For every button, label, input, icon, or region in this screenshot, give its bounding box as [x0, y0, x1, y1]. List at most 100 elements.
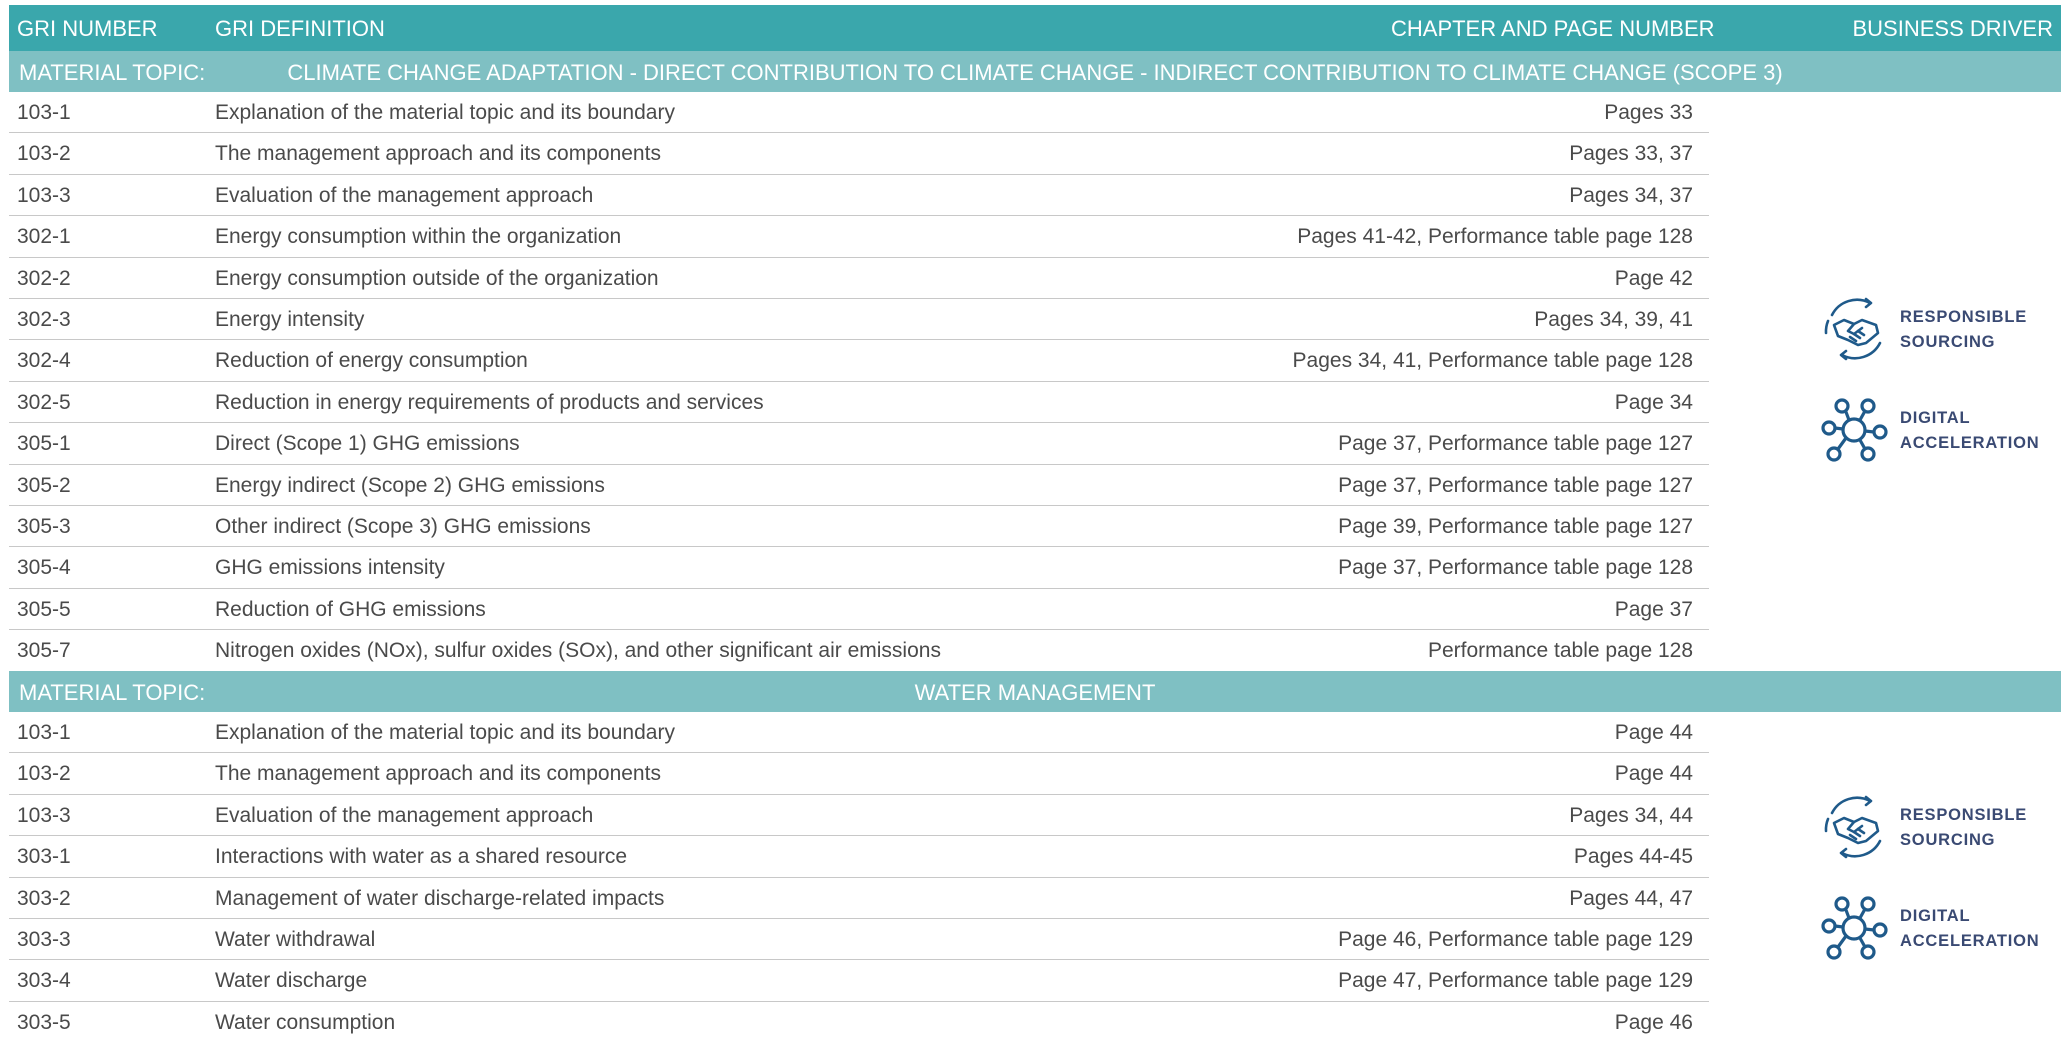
- page-reference: Pages 34, 41, Performance table page 128: [1292, 349, 1693, 373]
- gri-number: 303-1: [17, 845, 71, 869]
- page-reference: Page 37, Performance table page 128: [1338, 556, 1693, 580]
- page-reference: Pages 41-42, Performance table page 128: [1297, 225, 1693, 249]
- gri-definition: Evaluation of the management approach: [215, 803, 594, 827]
- table-row: 103-3 Evaluation of the management approa…: [9, 175, 1709, 217]
- gri-definition: Interactions with water as a shared reso…: [215, 845, 628, 869]
- gri-number: 305-1: [17, 432, 71, 456]
- header-gri-definition: GRI DEFINITION: [215, 16, 385, 41]
- gri-definition: Energy consumption within the organizati…: [215, 225, 622, 249]
- gri-number: 305-5: [17, 597, 71, 621]
- table-row: 302-1 Energy consumption within the organ…: [9, 216, 1709, 258]
- gri-definition: Energy intensity: [215, 307, 365, 331]
- gri-number: 302-2: [17, 266, 71, 290]
- driver-digital-acceleration: DIGITAL ACCELERATION: [1820, 394, 2060, 464]
- gri-definition: The management approach and its componen…: [215, 142, 661, 166]
- gri-number: 103-2: [17, 762, 71, 786]
- material-topic-title: WATER MANAGEMENT: [914, 680, 1156, 705]
- gri-number: 302-4: [17, 349, 71, 373]
- material-topic-title: CLIMATE CHANGE ADAPTATION - DIRECT CONTR…: [287, 60, 1783, 85]
- driver-label-line1: RESPONSIBLE: [1900, 806, 2028, 824]
- gri-number: 302-5: [17, 390, 71, 414]
- page-reference: Page 37, Performance table page 127: [1338, 432, 1693, 456]
- table-row: 103-1 Explanation of the material topic a…: [9, 712, 1709, 754]
- gri-number: 103-3: [17, 803, 71, 827]
- network-nodes-icon: [1821, 398, 1888, 462]
- table-row: 302-4 Reduction of energy consumption Page…: [9, 340, 1709, 382]
- table-row: 302-5 Reduction in energy requirements of…: [9, 382, 1709, 424]
- table-row: 303-4 Water discharge Page 47, Performance…: [9, 960, 1709, 1002]
- page-reference: Performance table page 128: [1427, 639, 1693, 663]
- material-topic-label: MATERIAL TOPIC:: [19, 680, 206, 705]
- gri-definition: Reduction of energy consumption: [215, 349, 528, 373]
- gri-definition: Water consumption: [215, 1010, 396, 1034]
- handshake-cycle-icon: [1824, 297, 1882, 361]
- gri-definition: Reduction of GHG emissions: [215, 597, 486, 621]
- page-reference: Pages 34, 44: [1569, 803, 1693, 827]
- gri-definition: Management of water discharge-related im…: [215, 886, 665, 910]
- page-reference: Pages 44, 47: [1569, 886, 1693, 910]
- gri-definition: Energy indirect (Scope 2) GHG emissions: [215, 473, 605, 497]
- gri-definition: Explanation of the material topic and it…: [215, 721, 675, 744]
- section-rows: 103-1 Explanation of the material topic a…: [9, 92, 1709, 671]
- table-row: 103-3 Evaluation of the management approa…: [9, 795, 1709, 837]
- gri-definition: Direct (Scope 1) GHG emissions: [215, 432, 520, 456]
- gri-definition: Energy consumption outside of the organi…: [215, 266, 659, 290]
- table-row: 305-3 Other indirect (Scope 3) GHG emissi…: [9, 506, 1709, 548]
- page-reference: Page 44: [1614, 762, 1693, 786]
- driver-responsible-sourcing: RESPONSIBLE SOURCING: [1820, 293, 2060, 363]
- gri-number: 103-1: [17, 721, 71, 744]
- page-reference: Page 39, Performance table page 127: [1338, 514, 1693, 538]
- gri-definition: Other indirect (Scope 3) GHG emissions: [215, 514, 591, 538]
- gri-number: 302-1: [17, 225, 71, 249]
- header-chapter-page: CHAPTER AND PAGE NUMBER: [1391, 16, 1715, 41]
- driver-digital-acceleration: DIGITAL ACCELERATION: [1820, 892, 2060, 962]
- material-topic-label: MATERIAL TOPIC:: [19, 60, 206, 85]
- gri-number: 303-4: [17, 969, 71, 993]
- driver-label-line2: ACCELERATION: [1900, 434, 2040, 452]
- page-reference: Page 34: [1614, 390, 1693, 414]
- gri-definition: The management approach and its componen…: [215, 762, 661, 786]
- driver-label-line1: RESPONSIBLE: [1900, 308, 2028, 326]
- network-nodes-icon: [1821, 896, 1888, 960]
- page-reference: Pages 34, 37: [1569, 183, 1693, 207]
- page-reference: Pages 33: [1604, 101, 1693, 124]
- business-drivers: RESPONSIBLE SOURCING DIGITAL ACCELERATION: [1820, 791, 2060, 993]
- driver-label-line2: ACCELERATION: [1900, 932, 2040, 950]
- business-drivers: RESPONSIBLE SOURCING DIGITAL ACCELERATION: [1820, 293, 2060, 495]
- gri-number: 103-3: [17, 183, 71, 207]
- handshake-cycle-icon: [1824, 795, 1882, 859]
- gri-number: 103-2: [17, 142, 71, 166]
- gri-number: 303-5: [17, 1010, 71, 1034]
- table-row: 303-3 Water withdrawal Page 46, Performanc…: [9, 919, 1709, 961]
- table-row: 305-7 Nitrogen oxides (NOx), sulfur oxide…: [9, 630, 1709, 671]
- gri-number: 303-2: [17, 886, 71, 910]
- gri-number: 305-2: [17, 473, 71, 497]
- table-row: 305-2 Energy indirect (Scope 2) GHG emiss…: [9, 465, 1709, 506]
- page-reference: Pages 34, 39, 41: [1534, 307, 1693, 331]
- gri-definition: Nitrogen oxides (NOx), sulfur oxides (SO…: [215, 639, 941, 663]
- table-row: 302-2 Energy consumption outside of the o…: [9, 258, 1709, 299]
- page-reference: Page 42: [1614, 266, 1693, 290]
- gri-number: 305-4: [17, 556, 71, 580]
- table-header: GRI NUMBER GRI DEFINITION CHAPTER AND PA…: [9, 5, 2061, 51]
- table-row: 305-5 Reduction of GHG emissions Page 37: [9, 589, 1709, 631]
- page-reference: Page 37, Performance table page 127: [1338, 473, 1693, 497]
- gri-definition: GHG emissions intensity: [215, 556, 445, 580]
- table-row: 302-3 Energy intensity Pages 34, 39, 41: [9, 299, 1709, 341]
- driver-responsible-sourcing: RESPONSIBLE SOURCING: [1820, 791, 2060, 861]
- gri-number: 103-1: [17, 101, 71, 124]
- driver-label-line2: SOURCING: [1900, 831, 1996, 849]
- table-row: 305-4 GHG emissions intensity Page 37, Per…: [9, 547, 1709, 589]
- gri-definition: Water withdrawal: [215, 927, 376, 951]
- table-row: 103-2 The management approach and its com…: [9, 753, 1709, 795]
- table-row: 303-2 Management of water discharge-relat…: [9, 878, 1709, 919]
- driver-label-line1: DIGITAL: [1900, 907, 1971, 925]
- driver-label-line2: SOURCING: [1900, 333, 1996, 351]
- gri-number: 302-3: [17, 307, 71, 331]
- table-row: 305-1 Direct (Scope 1) GHG emissions Page …: [9, 423, 1709, 465]
- gri-number: 305-7: [17, 639, 71, 663]
- table-row: 303-1 Interactions with water as a shared…: [9, 836, 1709, 878]
- page-reference: Page 47, Performance table page 129: [1338, 969, 1693, 993]
- gri-definition: Evaluation of the management approach: [215, 183, 594, 207]
- page-reference: Pages 33, 37: [1569, 142, 1693, 166]
